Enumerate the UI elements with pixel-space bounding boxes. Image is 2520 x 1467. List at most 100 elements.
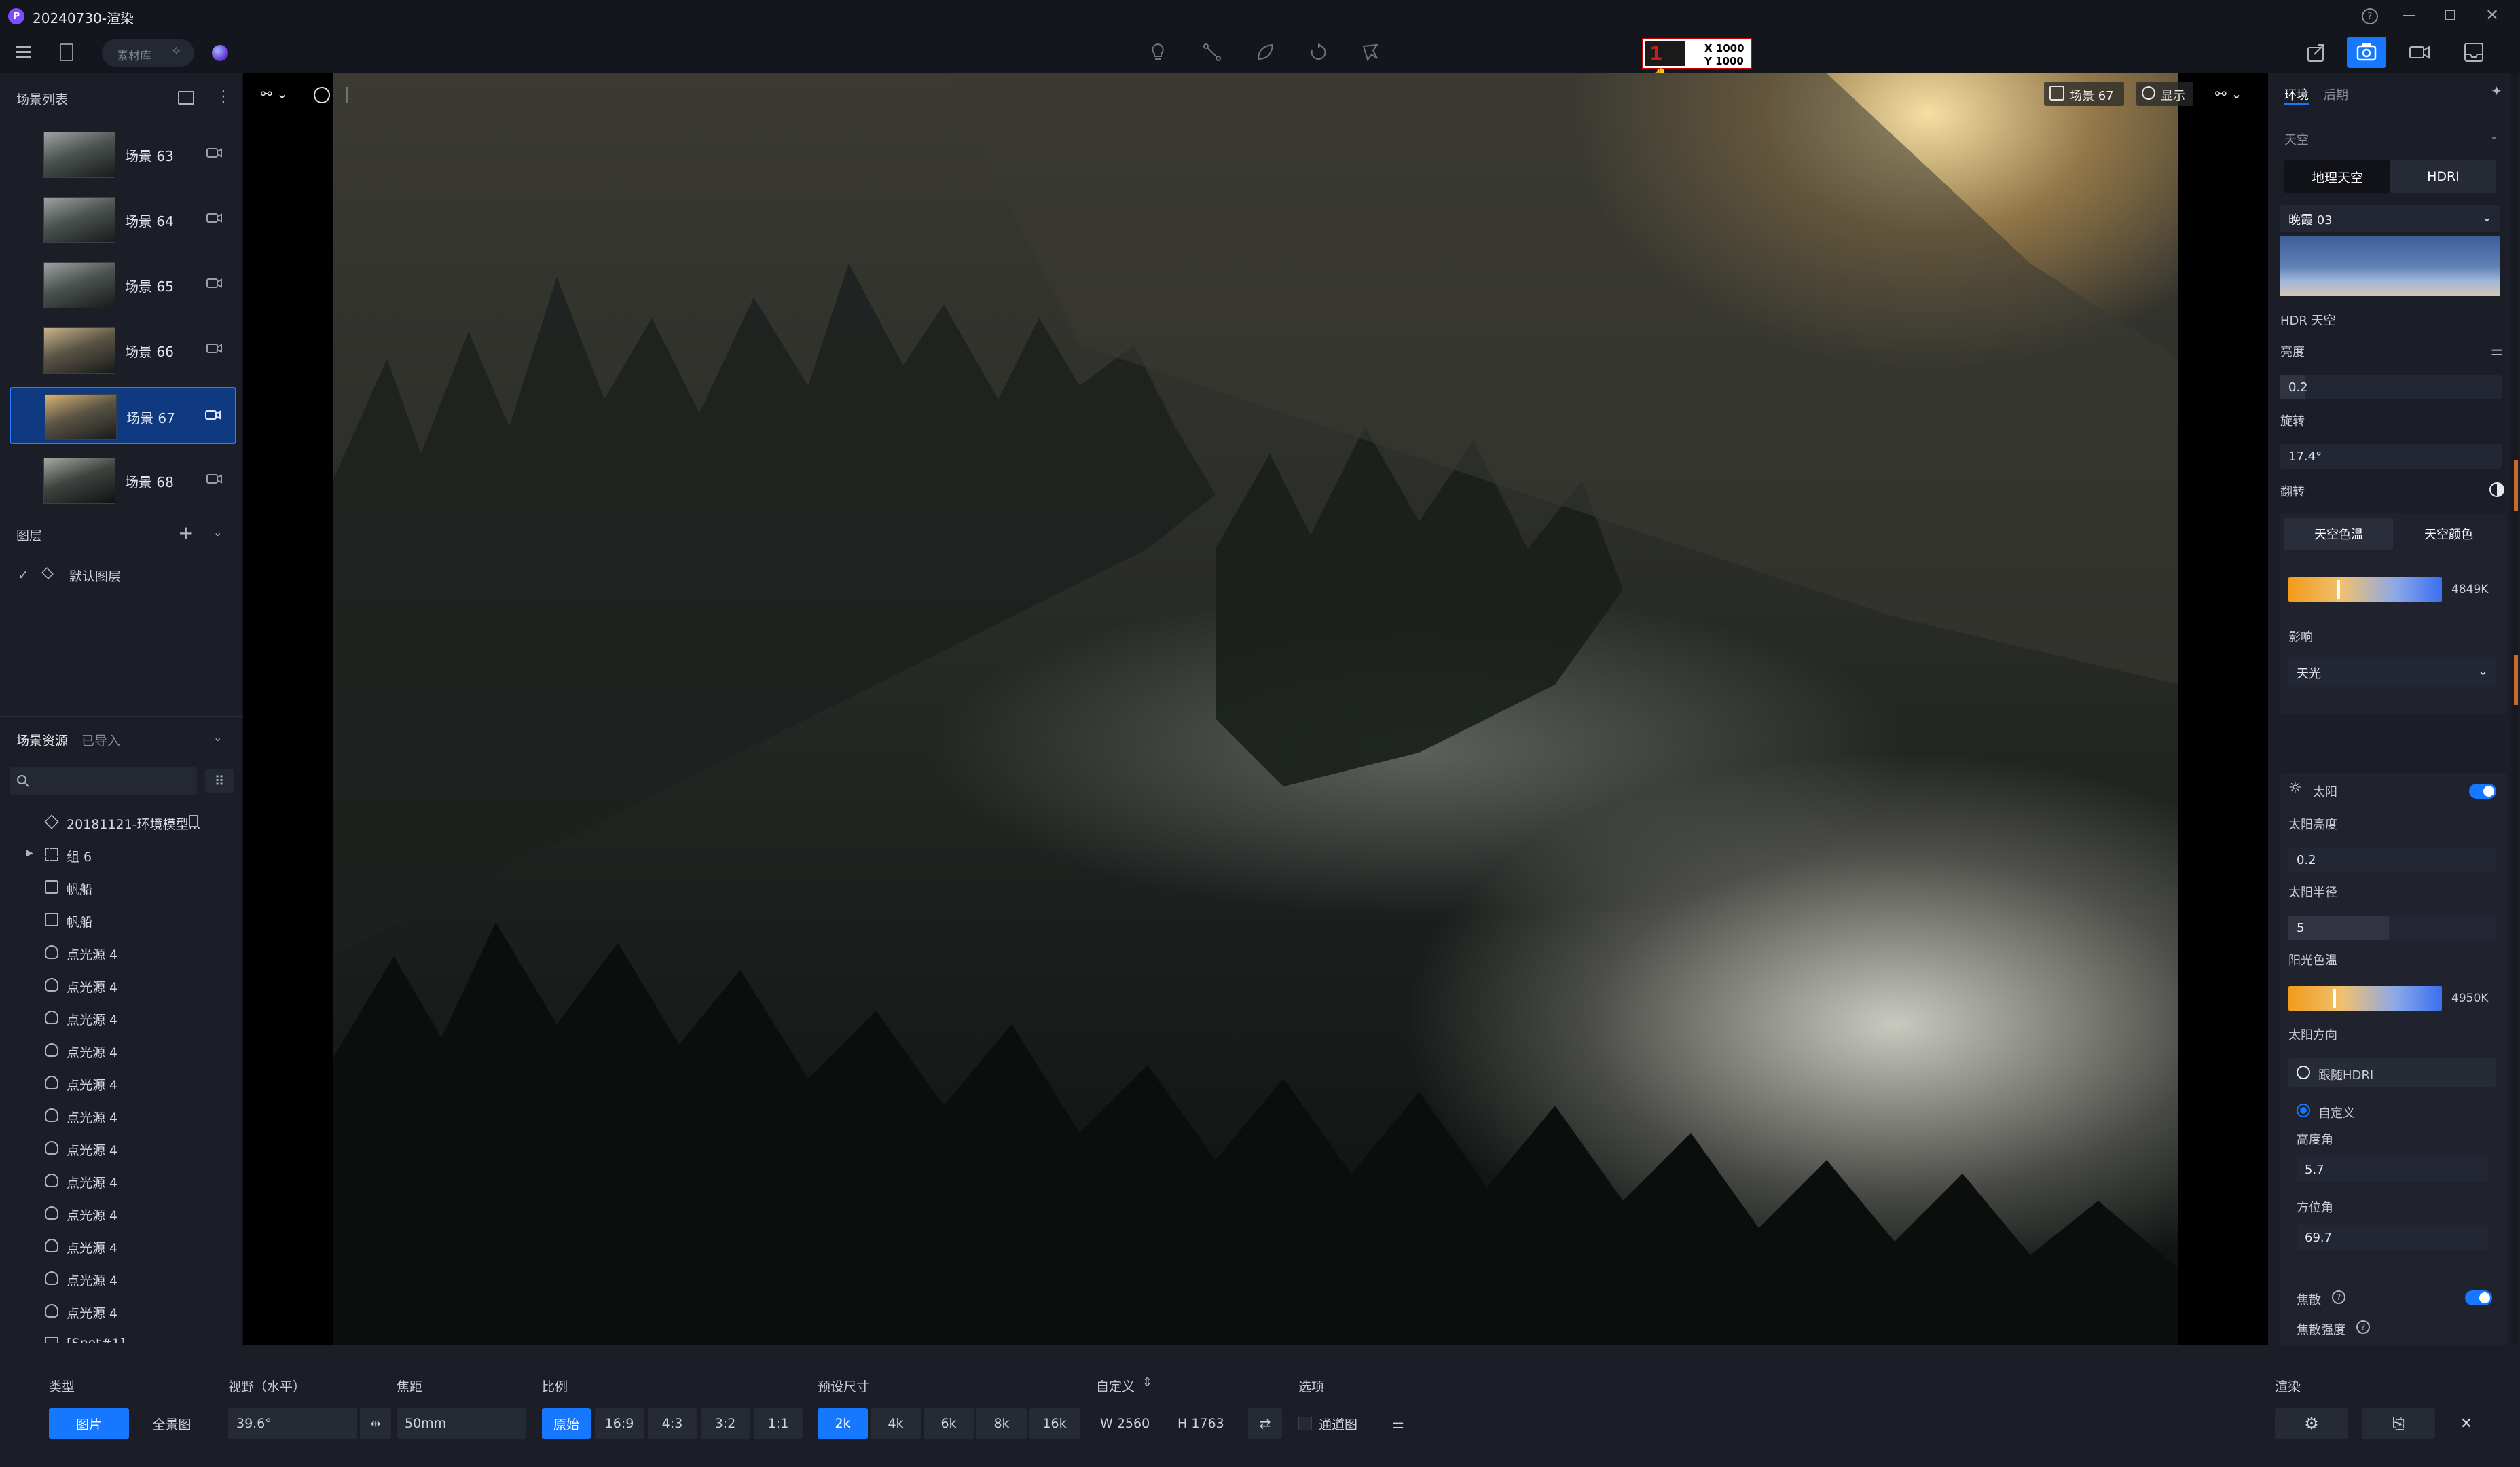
tab-scene-assets[interactable]: 场景资源: [16, 731, 68, 749]
preset-8k-button[interactable]: 8k: [976, 1408, 1027, 1439]
globe-icon[interactable]: [314, 87, 330, 103]
ratio-3-2-button[interactable]: 3:2: [701, 1408, 750, 1439]
scrollbar-track[interactable]: [2511, 73, 2518, 1345]
minimize-button[interactable]: [2403, 15, 2415, 16]
resource-item[interactable]: ▶ 组 6: [0, 838, 243, 871]
fov-field[interactable]: 39.6°: [228, 1408, 357, 1439]
render-viewport[interactable]: 场景 67 显示 ⚯ ⌄ ⚯ ⌄: [243, 73, 2268, 1345]
resource-item[interactable]: 点光源 4: [0, 936, 243, 968]
tab-hdri[interactable]: HDRI: [2390, 160, 2496, 193]
resource-item[interactable]: 帆船: [0, 903, 243, 936]
sky-temperature-slider[interactable]: [2288, 577, 2442, 602]
camera-render-button[interactable]: [2347, 37, 2386, 68]
path-tool-icon[interactable]: [1202, 42, 1222, 62]
preset-6k-button[interactable]: 6k: [924, 1408, 974, 1439]
channel-map-option[interactable]: 通道图: [1298, 1408, 1378, 1439]
search-input[interactable]: [10, 767, 197, 795]
ratio-16-9-button[interactable]: 16:9: [595, 1408, 644, 1439]
resource-item[interactable]: [Spot#1]: [0, 1327, 243, 1343]
chevron-down-icon[interactable]: ⌄: [213, 526, 222, 539]
scene-badge[interactable]: 场景 67: [2044, 82, 2124, 106]
resource-item[interactable]: 点光源 4: [0, 1099, 243, 1131]
caustics-help-icon[interactable]: ?: [2332, 1290, 2345, 1304]
scene-item-active[interactable]: 场景 67: [10, 387, 236, 444]
scene-item[interactable]: 场景 63: [10, 126, 236, 183]
sun-radius-field[interactable]: 5: [2288, 916, 2496, 940]
leaf-tool-icon[interactable]: [1255, 42, 1275, 62]
camera-icon[interactable]: [205, 409, 221, 421]
pointer-tool-icon[interactable]: [1361, 42, 1381, 62]
tab-environment[interactable]: 环境: [2284, 86, 2309, 103]
resource-item[interactable]: 点光源 4: [0, 1034, 243, 1066]
tab-imported[interactable]: 已导入: [81, 731, 120, 749]
resource-item[interactable]: 点光源 4: [0, 1197, 243, 1229]
flag-icon[interactable]: [346, 87, 360, 103]
scene-item[interactable]: 场景 65: [10, 257, 236, 314]
scene-item[interactable]: 场景 64: [10, 192, 236, 249]
render-queue-button[interactable]: ⎘: [2362, 1408, 2435, 1439]
camera-icon[interactable]: [206, 342, 223, 355]
slider-handle[interactable]: [2337, 580, 2340, 599]
scene-item[interactable]: 场景 66: [10, 322, 236, 379]
caustics-toggle[interactable]: [2465, 1290, 2492, 1305]
sort-icon[interactable]: ⇕: [1142, 1375, 1152, 1390]
render-settings-button[interactable]: ⚙: [2275, 1408, 2348, 1439]
scene-item[interactable]: 场景 68: [10, 452, 236, 509]
lock-icon[interactable]: [189, 815, 198, 827]
ai-orb-icon[interactable]: [212, 45, 228, 61]
height-field[interactable]: H 1763: [1171, 1408, 1245, 1439]
camera-icon[interactable]: [206, 473, 223, 485]
swap-dimensions-icon[interactable]: ⇄: [1248, 1408, 1282, 1439]
camera-icon[interactable]: [206, 147, 223, 159]
help-icon[interactable]: ?: [2362, 8, 2378, 24]
sun-toggle[interactable]: [2469, 784, 2496, 799]
preset-2k-button[interactable]: 2k: [818, 1408, 868, 1439]
file-icon[interactable]: [60, 43, 73, 61]
azimuth-field[interactable]: 69.7: [2297, 1225, 2488, 1250]
pin-icon[interactable]: ✦: [2491, 83, 2507, 99]
restore-button[interactable]: [2445, 10, 2455, 20]
flip-toggle-icon[interactable]: [2489, 482, 2504, 497]
resource-item[interactable]: 点光源 4: [0, 1294, 243, 1327]
type-panorama-button[interactable]: 全景图: [132, 1408, 212, 1439]
custom-direction-option[interactable]: 自定义: [2288, 1096, 2496, 1125]
gizmo-toggle-right[interactable]: ⚯ ⌄: [2215, 86, 2250, 106]
resource-item[interactable]: 点光源 4: [0, 1066, 243, 1099]
sky-preset-select[interactable]: 晚霞 03 ⌄: [2280, 205, 2500, 232]
chevron-down-icon[interactable]: ⌄: [2489, 129, 2498, 142]
type-image-button[interactable]: 图片: [49, 1408, 129, 1439]
slider-handle[interactable]: [2333, 989, 2336, 1008]
share-icon[interactable]: [2305, 41, 2328, 64]
brightness-field[interactable]: 0.2: [2280, 375, 2502, 399]
close-window-button[interactable]: ✕: [2484, 7, 2500, 23]
display-toggle[interactable]: 显示: [2136, 82, 2193, 106]
tab-post[interactable]: 后期: [2324, 86, 2348, 103]
resource-item[interactable]: 点光源 4: [0, 1229, 243, 1262]
ratio-original-button[interactable]: 原始: [542, 1408, 591, 1439]
more-options-icon[interactable]: ⋮: [216, 88, 231, 105]
options-settings-icon[interactable]: ⚌: [1381, 1408, 1415, 1439]
rotation-field[interactable]: 17.4°: [2280, 444, 2502, 469]
add-scene-icon[interactable]: [178, 91, 194, 105]
width-field[interactable]: W 2560: [1093, 1408, 1168, 1439]
bulb-tool-icon[interactable]: [1149, 42, 1167, 62]
ratio-4-3-button[interactable]: 4:3: [648, 1408, 697, 1439]
grid-view-button[interactable]: ⠿: [205, 769, 234, 793]
gizmo-toggle-left[interactable]: ⚯ ⌄: [261, 86, 296, 106]
material-library-button[interactable]: 素材库 ✧: [102, 39, 194, 67]
influence-select[interactable]: 天光 ⌄: [2288, 657, 2496, 687]
add-layer-icon[interactable]: +: [178, 522, 194, 544]
resource-item[interactable]: 20181121-环境模型...: [0, 805, 243, 838]
resource-item[interactable]: 点光源 4: [0, 1164, 243, 1197]
expand-arrow-icon[interactable]: ▶: [26, 848, 33, 858]
menu-icon[interactable]: [16, 46, 31, 58]
caustics-strength-help-icon[interactable]: ?: [2356, 1320, 2370, 1334]
layer-check-icon[interactable]: ✓: [18, 566, 29, 583]
altitude-field[interactable]: 5.7: [2297, 1157, 2488, 1182]
chevron-down-icon[interactable]: ⌄: [213, 731, 222, 744]
focal-field[interactable]: 50mm: [397, 1408, 526, 1439]
checkbox-icon[interactable]: [1298, 1417, 1312, 1430]
tab-geo-sky[interactable]: 地理天空: [2284, 160, 2390, 193]
fov-fit-icon[interactable]: ⇹: [360, 1408, 391, 1439]
sun-temperature-slider[interactable]: [2288, 986, 2442, 1011]
